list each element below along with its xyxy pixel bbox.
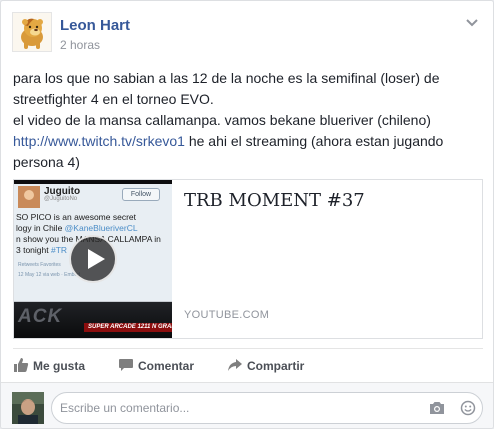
comment-field[interactable]	[51, 392, 483, 424]
action-bar: Me gusta Comentar Compartir	[13, 348, 483, 380]
tweet-avatar	[18, 186, 40, 208]
post-body: para los que no sabian a las 12 de la no…	[13, 68, 481, 173]
post-text-line: para los que no sabian a las 12 de la no…	[13, 70, 440, 86]
post-text-line: persona 4)	[13, 154, 80, 170]
tweet-handle: @JuguitoNo	[44, 196, 78, 202]
stream-banner: ACK SUPER ARCADE 1211 N GRAND	[14, 302, 172, 338]
link-title[interactable]: TRB MOMENT #37	[184, 190, 365, 211]
video-thumbnail[interactable]: Juguito @JuguitoNo Follow SO PICO is an …	[14, 180, 172, 338]
twitch-link[interactable]: http://www.twitch.tv/srkevo1	[13, 133, 185, 149]
smiley-icon[interactable]	[460, 400, 476, 421]
tweet-line: SO PICO is an awesome secret	[16, 212, 136, 222]
comment-input[interactable]	[60, 399, 400, 417]
post-text-line: streetfighter 4 en el torneo EVO.	[13, 91, 214, 107]
comment-icon	[118, 357, 134, 376]
banner-logo: ACK	[18, 306, 63, 327]
tweet-meta: 12 May 12 via web · Embed	[18, 272, 80, 278]
play-icon[interactable]	[69, 235, 117, 283]
banner-strip: SUPER ARCADE 1211 N GRAND	[84, 323, 172, 332]
post-timestamp[interactable]: 2 horas	[60, 38, 100, 52]
author-name[interactable]: Leon Hart	[60, 17, 130, 34]
share-icon	[227, 357, 243, 376]
tweet-line: logy in Chile @KaneBlueriverCL	[16, 223, 138, 233]
author-avatar[interactable]	[12, 12, 52, 52]
chevron-down-icon[interactable]	[464, 16, 480, 28]
tweet-line: 3 tonight #TR	[16, 245, 68, 255]
post-header: Leon Hart 2 horas	[12, 12, 482, 62]
link-preview[interactable]: Juguito @JuguitoNo Follow SO PICO is an …	[13, 179, 483, 339]
post-text-line: he ahi el streaming (ahora estan jugando	[184, 133, 444, 149]
commenter-avatar	[12, 392, 44, 424]
tweet-meta: Retweets Favorites	[18, 262, 61, 268]
link-source: YOUTUBE.COM	[184, 309, 270, 321]
tweet-follow: Follow	[122, 188, 160, 201]
like-icon	[13, 357, 29, 376]
comment-composer	[1, 382, 493, 428]
post-card: Leon Hart 2 horas para los que no sabian…	[0, 0, 494, 429]
camera-icon[interactable]	[429, 401, 445, 420]
post-text-line: el video de la mansa callamanpa. vamos b…	[13, 112, 431, 128]
